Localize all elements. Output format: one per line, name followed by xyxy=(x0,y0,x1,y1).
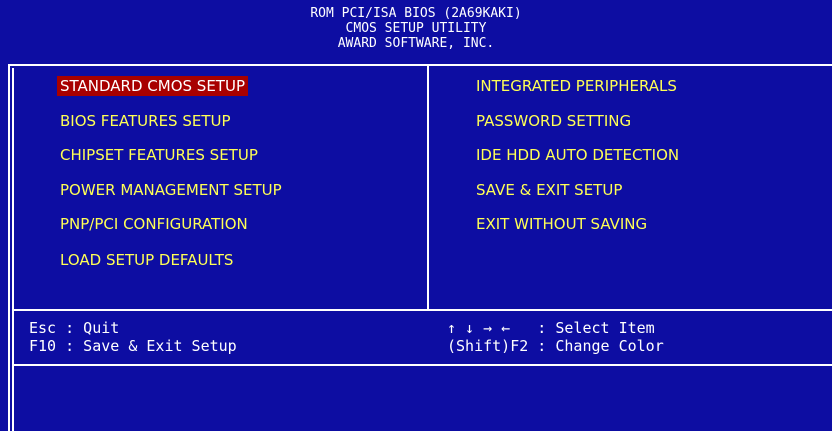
menu-power-management-setup[interactable]: POWER MANAGEMENT SETUP xyxy=(57,180,285,200)
menu-save-exit-setup[interactable]: SAVE & EXIT SETUP xyxy=(473,180,625,200)
hint-divider-top xyxy=(12,309,832,311)
hint-change-color: (Shift)F2 : Change Color xyxy=(447,337,664,355)
header-vendor: AWARD SOFTWARE, INC. xyxy=(337,36,495,51)
hint-f10-save-exit: F10 : Save & Exit Setup xyxy=(29,337,237,355)
menu-integrated-peripherals[interactable]: INTEGRATED PERIPHERALS xyxy=(473,76,680,96)
bios-screen: ROM PCI/ISA BIOS (2A69KAKI) CMOS SETUP U… xyxy=(0,0,832,431)
header-title: ROM PCI/ISA BIOS (2A69KAKI) xyxy=(310,6,522,21)
menu-password-setting[interactable]: PASSWORD SETTING xyxy=(473,111,634,131)
menu-exit-without-saving[interactable]: EXIT WITHOUT SAVING xyxy=(473,214,650,234)
menu-standard-cmos-setup[interactable]: STANDARD CMOS SETUP xyxy=(57,76,248,96)
bios-header: ROM PCI/ISA BIOS (2A69KAKI) CMOS SETUP U… xyxy=(0,0,832,58)
hint-select-item: ↑ ↓ → ← : Select Item xyxy=(447,319,655,337)
menu-ide-hdd-auto-detection[interactable]: IDE HDD AUTO DETECTION xyxy=(473,145,682,165)
header-subtitle: CMOS SETUP UTILITY xyxy=(345,21,487,36)
hint-esc-quit: Esc : Quit xyxy=(29,319,120,337)
menu-load-setup-defaults[interactable]: LOAD SETUP DEFAULTS xyxy=(57,250,236,270)
column-divider xyxy=(427,66,429,310)
menu-pnp-pci-configuration[interactable]: PNP/PCI CONFIGURATION xyxy=(57,214,251,234)
menu-chipset-features-setup[interactable]: CHIPSET FEATURES SETUP xyxy=(57,145,261,165)
hint-divider-bottom xyxy=(12,364,832,366)
menu-bios-features-setup[interactable]: BIOS FEATURES SETUP xyxy=(57,111,234,131)
